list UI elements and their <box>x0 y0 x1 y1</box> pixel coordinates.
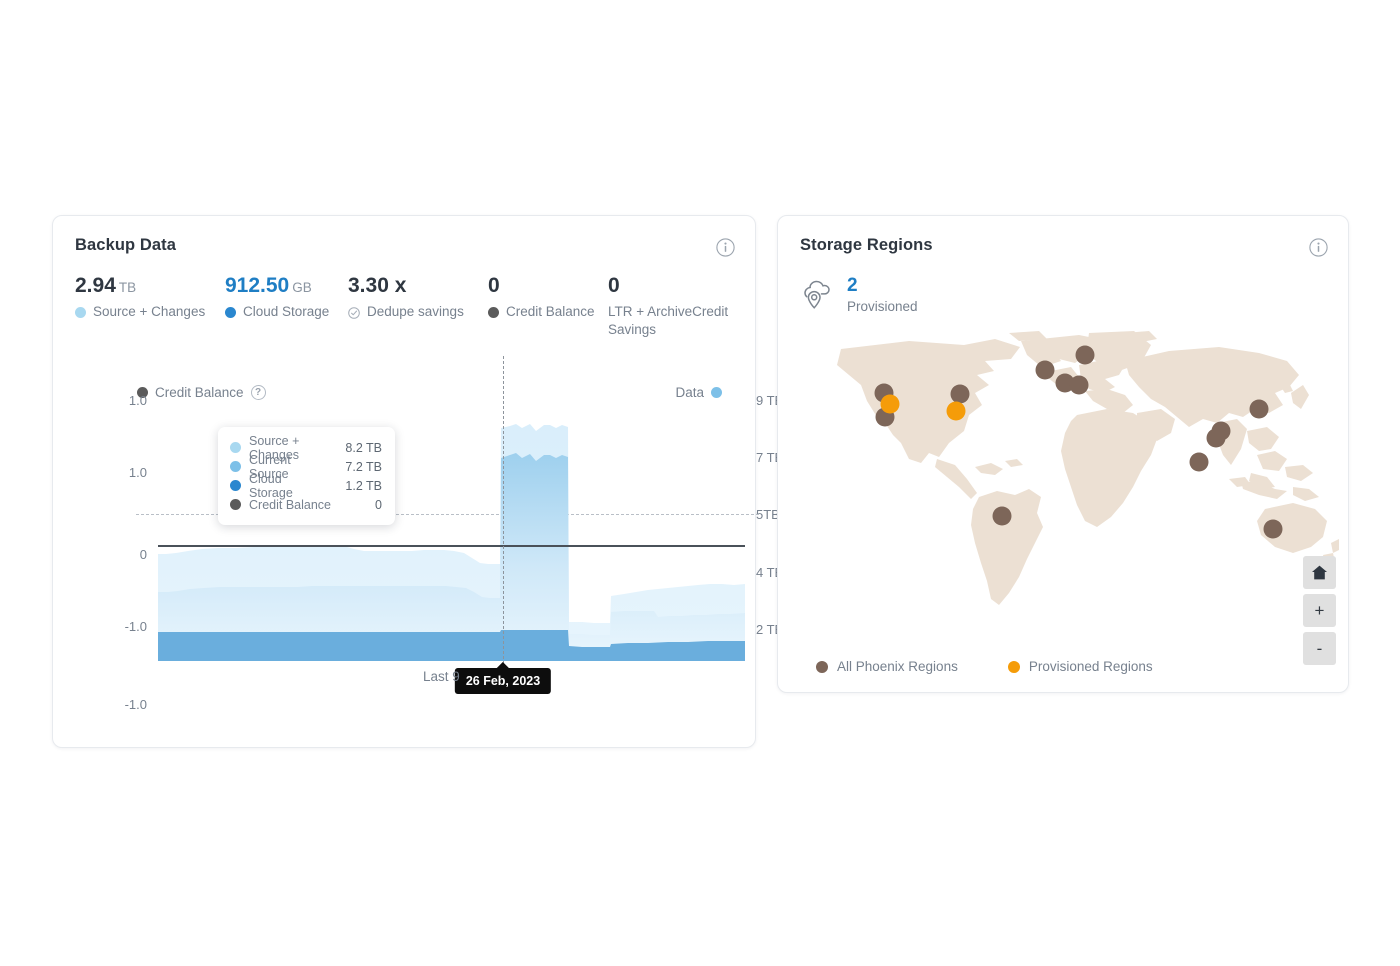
provisioned-regions-dot-icon <box>1008 661 1020 673</box>
map-marker-all-region[interactable] <box>951 385 970 404</box>
chart-legend-data: Data <box>675 385 722 400</box>
stat-ltr-label: LTR + ArchiveCredit Savings <box>608 303 748 339</box>
stat-credit-label-row: Credit Balance <box>488 303 623 321</box>
credit-balance-dot-icon <box>488 307 499 318</box>
map-marker-all-region[interactable] <box>1264 520 1283 539</box>
stat-ltr-label-row: LTR + ArchiveCredit Savings <box>608 303 748 339</box>
chart-legend-left-label: Credit Balance <box>155 385 244 400</box>
map-marker-all-region[interactable] <box>1250 400 1269 419</box>
tooltip-cloud-storage-dot-icon <box>230 480 241 491</box>
map-marker-provisioned-region[interactable] <box>881 395 900 414</box>
stat-ltr-value: 0 <box>608 274 748 297</box>
world-map[interactable] <box>789 331 1339 641</box>
stat-cloud-storage: 912.50GB Cloud Storage <box>225 274 345 321</box>
legend-provisioned-regions-label: Provisioned Regions <box>1029 659 1153 674</box>
tooltip-value: 7.2 TB <box>327 460 382 474</box>
tooltip-value: 0 <box>357 498 382 512</box>
stat-ltr-archive-credit-savings: 0 LTR + ArchiveCredit Savings <box>608 274 748 340</box>
stat-credit-value: 0 <box>488 274 623 297</box>
help-icon[interactable]: ? <box>251 385 266 400</box>
chart-cursor-line[interactable] <box>503 356 504 669</box>
map-marker-all-region[interactable] <box>1190 453 1209 472</box>
map-marker-all-region[interactable] <box>1070 376 1089 395</box>
provisioned-label: Provisioned <box>847 299 918 314</box>
backup-data-title: Backup Data <box>75 236 176 255</box>
provisioned-count: 2 <box>847 276 918 296</box>
tooltip-row: Cloud Storage 1.2 TB <box>230 476 382 495</box>
map-landmasses <box>837 331 1339 605</box>
source-changes-dot-icon <box>75 307 86 318</box>
check-circle-icon <box>348 306 360 318</box>
stat-dedupe-label-row: Dedupe savings <box>348 303 493 321</box>
backup-data-chart: Credit Balance ? Data 1.0 1.0 0 -1.0 -1.… <box>53 364 757 749</box>
map-marker-all-region[interactable] <box>1036 361 1055 380</box>
legend-all-phoenix-regions: All Phoenix Regions <box>816 659 958 674</box>
tooltip-current-source-dot-icon <box>230 461 241 472</box>
backup-data-card: Backup Data 2.94TB Source + Changes <box>52 215 756 748</box>
chart-legend-right-label: Data <box>675 385 704 400</box>
stat-source-changes: 2.94TB Source + Changes <box>75 274 225 321</box>
dashboard-root: Backup Data 2.94TB Source + Changes <box>0 0 1400 966</box>
chart-series-tooltip: Source + Changes 8.2 TB Current Source 7… <box>218 427 395 525</box>
tooltip-row: Credit Balance 0 <box>230 495 382 514</box>
left-axis-tick-4: -1.0 <box>125 697 147 712</box>
stat-credit-label: Credit Balance <box>506 303 595 321</box>
stat-dedupe-savings: 3.30 x Dedupe savings <box>348 274 493 321</box>
storage-regions-card: Storage Regions 2 Provisioned <box>777 215 1349 693</box>
map-home-button[interactable] <box>1303 556 1336 589</box>
tooltip-credit-balance-dot-icon <box>230 499 241 510</box>
left-axis-tick-3: -1.0 <box>125 619 147 634</box>
stat-cloud-label: Cloud Storage <box>243 303 329 321</box>
backup-info-icon[interactable] <box>716 238 735 257</box>
stat-dedupe-value: 3.30 x <box>348 274 493 297</box>
map-marker-all-region[interactable] <box>1207 429 1226 448</box>
cloud-storage-dot-icon <box>225 307 236 318</box>
map-controls: + - <box>1303 556 1336 670</box>
left-axis-tick-2: 0 <box>140 547 147 562</box>
storage-regions-title: Storage Regions <box>800 236 933 255</box>
stat-cloud-label-row: Cloud Storage <box>225 303 345 321</box>
stat-source-label: Source + Changes <box>93 303 205 321</box>
map-legend: All Phoenix Regions Provisioned Regions <box>816 659 1153 674</box>
backup-stats-row: 2.94TB Source + Changes 912.50GB Cloud S… <box>75 274 739 352</box>
left-axis-tick-1: 1.0 <box>129 465 147 480</box>
storage-regions-info-icon[interactable] <box>1309 238 1328 257</box>
tooltip-value: 1.2 TB <box>327 479 382 493</box>
tooltip-label: Cloud Storage <box>249 472 327 500</box>
left-axis-tick-0: 1.0 <box>129 393 147 408</box>
chart-x-axis-label: Last 9 <box>423 669 460 684</box>
map-zoom-in-button[interactable]: + <box>1303 594 1336 627</box>
tooltip-value: 8.2 TB <box>327 441 382 455</box>
legend-all-phoenix-regions-label: All Phoenix Regions <box>837 659 958 674</box>
legend-provisioned-regions: Provisioned Regions <box>1008 659 1153 674</box>
all-regions-dot-icon <box>816 661 828 673</box>
map-marker-provisioned-region[interactable] <box>947 402 966 421</box>
stat-source-value: 2.94TB <box>75 274 225 297</box>
tooltip-label: Credit Balance <box>249 498 331 512</box>
chart-legend-credit-balance: Credit Balance ? <box>137 385 266 400</box>
provisioned-text-block: 2 Provisioned <box>847 276 918 314</box>
tooltip-source-changes-dot-icon <box>230 442 241 453</box>
stat-credit-balance: 0 Credit Balance <box>488 274 623 321</box>
stat-source-label-row: Source + Changes <box>75 303 225 321</box>
stat-dedupe-label: Dedupe savings <box>367 303 464 321</box>
map-zoom-out-button[interactable]: - <box>1303 632 1336 665</box>
stat-cloud-value: 912.50GB <box>225 274 345 297</box>
data-legend-dot-icon <box>711 387 722 398</box>
cloud-pin-icon <box>800 280 834 310</box>
map-marker-all-region[interactable] <box>993 507 1012 526</box>
provisioned-summary: 2 Provisioned <box>800 276 918 314</box>
map-marker-all-region[interactable] <box>1076 346 1095 365</box>
credit-balance-zero-line <box>158 545 745 547</box>
chart-date-tooltip: 26 Feb, 2023 <box>455 668 551 694</box>
